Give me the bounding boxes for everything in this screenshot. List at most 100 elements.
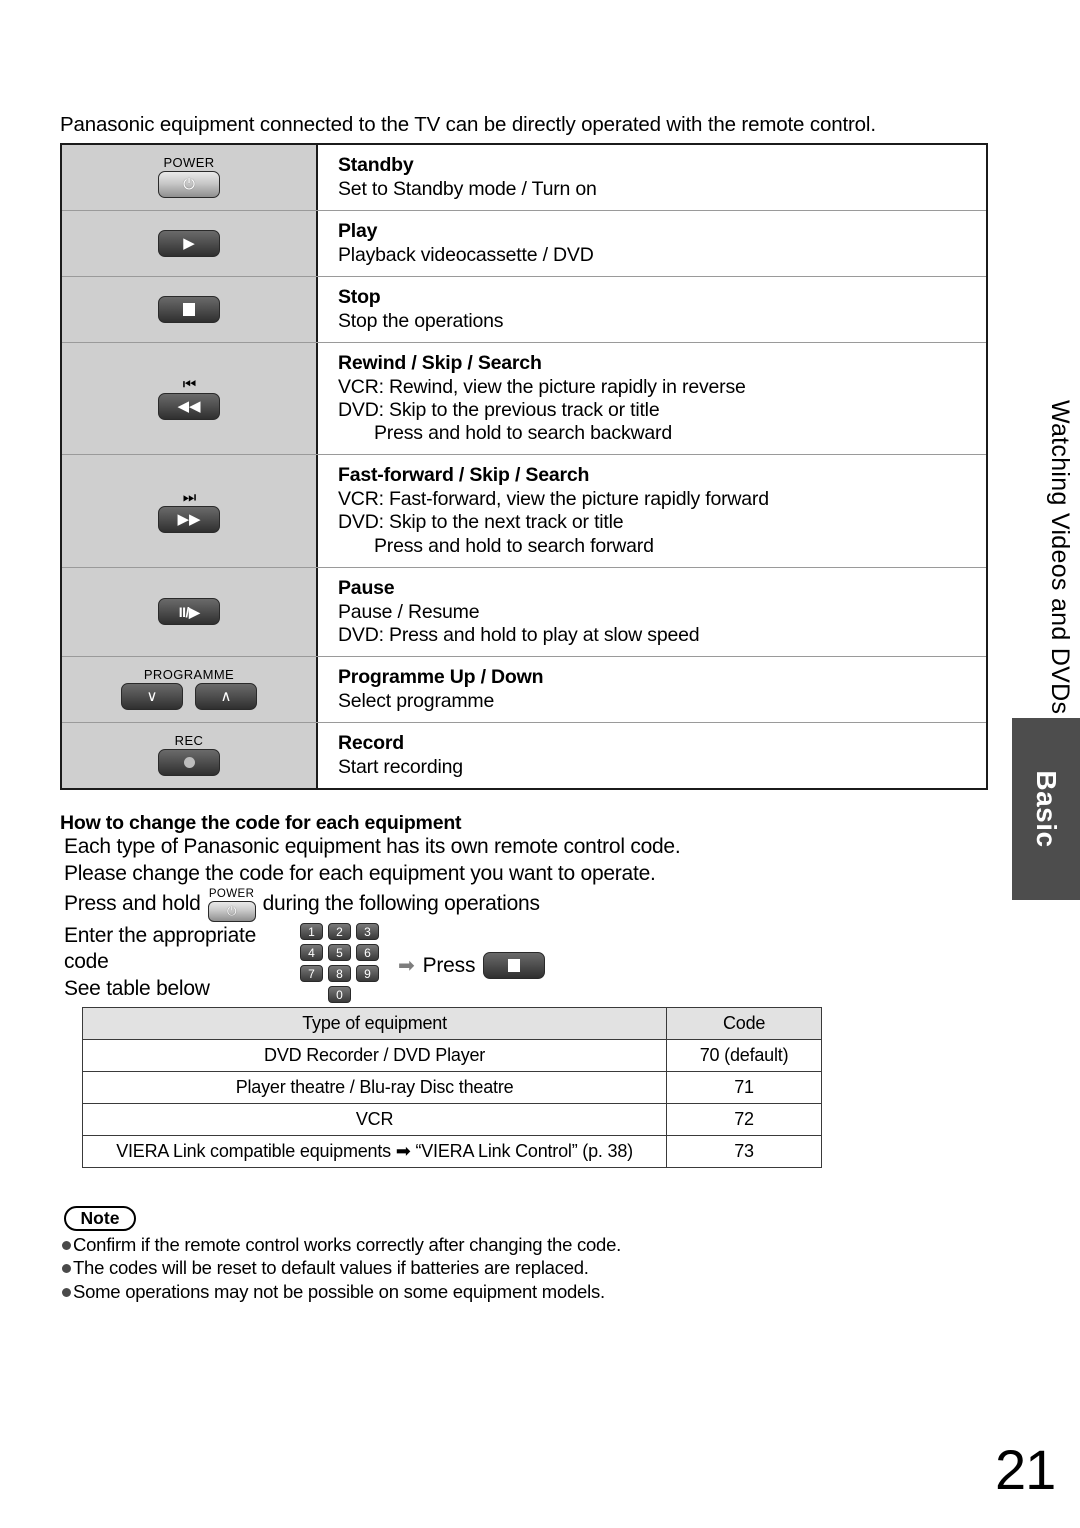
key-label: REC bbox=[174, 733, 204, 749]
code-table-row: Player theatre / Blu-ray Disc theatre 71 bbox=[81, 1071, 822, 1104]
intro-text: Panasonic equipment connected to the TV … bbox=[60, 113, 876, 136]
stop-icon bbox=[158, 295, 220, 323]
operation-row: PROGRAMME ∨ ∧ Programme Up / Down Select pro… bbox=[62, 656, 986, 723]
key-label: POWER bbox=[163, 155, 215, 171]
operation-title: Record bbox=[338, 731, 404, 754]
number-key-7: 7 bbox=[300, 965, 323, 982]
operation-description-cell: Stop Stop the operations bbox=[318, 276, 986, 342]
equipment-code-table: Type of equipment Code DVD Recorder / DVD… bbox=[81, 1007, 822, 1168]
code-table-row: VCR 72 bbox=[81, 1103, 822, 1136]
number-key-1: 1 bbox=[300, 923, 323, 940]
note-item: Confirm if the remote control works corr… bbox=[62, 1233, 621, 1256]
operation-description-line: Select programme bbox=[338, 689, 495, 712]
keypad-row: 789 bbox=[300, 965, 379, 982]
equipment-code-cell: 72 bbox=[666, 1103, 822, 1136]
keypad-row: 0 bbox=[300, 986, 379, 1003]
operation-description-cell: Play Playback videocassette / DVD bbox=[318, 210, 986, 276]
number-key-4: 4 bbox=[300, 944, 323, 961]
bullet-icon bbox=[62, 1241, 71, 1250]
chapter-tab-label: Basic bbox=[1031, 770, 1062, 848]
operation-row: POWER ⏻ Standby Set to Standby mode / Turn … bbox=[62, 145, 986, 211]
operation-description-cell: Pause Pause / Resume DVD: Press and hold t… bbox=[318, 567, 986, 656]
operation-title: Play bbox=[338, 219, 378, 242]
operation-key-cell: ⏮ ◀◀ bbox=[62, 342, 318, 455]
press-label: Press bbox=[422, 953, 476, 977]
equipment-type-cell: Player theatre / Blu-ray Disc theatre bbox=[81, 1071, 668, 1104]
keypad-row: 123 bbox=[300, 923, 379, 940]
operation-key-cell: POWER ⏻ bbox=[62, 145, 318, 210]
operation-title: Stop bbox=[338, 285, 381, 308]
equipment-code-cell: 73 bbox=[666, 1135, 822, 1168]
operation-description-line: Start recording bbox=[338, 755, 463, 778]
note-item: The codes will be reset to default value… bbox=[62, 1256, 621, 1279]
number-key-6: 6 bbox=[356, 944, 379, 961]
operation-description-line: Set to Standby mode / Turn on bbox=[338, 177, 597, 200]
operation-key-cell: REC bbox=[62, 722, 318, 788]
note-item-text: Some operations may not be possible on s… bbox=[73, 1280, 605, 1302]
operation-description-line: Press and hold to search backward bbox=[374, 422, 672, 445]
operation-description-line: VCR: Rewind, view the picture rapidly in… bbox=[338, 375, 746, 398]
code-table-header: Code bbox=[666, 1007, 822, 1040]
skip-mark-icon: ⏮ bbox=[182, 376, 196, 394]
note-badge: Note bbox=[64, 1206, 136, 1231]
equipment-type-cell: DVD Recorder / DVD Player bbox=[81, 1039, 668, 1072]
programme-down-up-icon: ∨ ∧ bbox=[121, 683, 257, 711]
equipment-type-cell: VIERA Link compatible equipments ➡ “VIER… bbox=[81, 1135, 668, 1168]
play-icon: ▶ bbox=[158, 229, 220, 257]
number-key-2: 2 bbox=[328, 923, 351, 940]
programme-up-icon: ∧ bbox=[195, 683, 257, 711]
number-key-9: 9 bbox=[356, 965, 379, 982]
operation-row: ⏭ ▶▶ Fast-forward / Skip / Search VCR: Fast… bbox=[62, 455, 986, 568]
operation-row: II/▶ Pause Pause / Resume DVD: Press and ho… bbox=[62, 567, 986, 657]
right-arrow-icon: ➡ bbox=[398, 954, 415, 977]
operation-title: Rewind / Skip / Search bbox=[338, 351, 542, 374]
operation-description-cell: Record Start recording bbox=[318, 722, 986, 788]
howto-line-1: Each type of Panasonic equipment has its… bbox=[64, 835, 681, 858]
section-label: Watching Videos and DVDs bbox=[1046, 400, 1074, 715]
operation-key-cell bbox=[62, 276, 318, 342]
enter-code-line-1: Enter the appropriate bbox=[64, 924, 257, 947]
howto-line-3-before: Press and hold bbox=[64, 892, 201, 916]
operation-title: Programme Up / Down bbox=[338, 665, 544, 688]
enter-code-line-3: See table below bbox=[64, 976, 210, 1000]
howto-heading: How to change the code for each equipmen… bbox=[60, 812, 462, 834]
operation-title: Fast-forward / Skip / Search bbox=[338, 464, 590, 487]
key-label: PROGRAMME bbox=[143, 667, 235, 683]
operation-description-cell: Standby Set to Standby mode / Turn on bbox=[318, 145, 986, 210]
operation-description-cell: Programme Up / Down Select programme bbox=[318, 656, 986, 722]
equipment-type-cell: VCR bbox=[81, 1103, 668, 1136]
bullet-icon bbox=[62, 1287, 71, 1297]
code-table-row: VIERA Link compatible equipments ➡ “VIER… bbox=[81, 1135, 822, 1168]
operation-description-cell: Rewind / Skip / Search VCR: Rewind, view … bbox=[318, 342, 986, 455]
equipment-code-cell: 70 (default) bbox=[666, 1039, 822, 1072]
number-key-0: 0 bbox=[328, 986, 351, 1003]
pause-play-icon: II/▶ bbox=[158, 598, 220, 626]
operation-description-line: Pause / Resume bbox=[338, 600, 480, 623]
skip-mark-icon: ⏭ bbox=[182, 488, 196, 506]
note-item: Some operations may not be possible on s… bbox=[62, 1280, 621, 1303]
code-table-header: Type of equipment bbox=[81, 1007, 668, 1040]
number-key-5: 5 bbox=[328, 944, 351, 961]
code-table-body: DVD Recorder / DVD Player 70 (default) Pla… bbox=[81, 1039, 822, 1168]
operation-description-line: VCR: Fast-forward, view the picture rapi… bbox=[338, 488, 769, 511]
operation-row: Stop Stop the operations bbox=[62, 276, 986, 343]
number-key-8: 8 bbox=[328, 965, 351, 982]
operation-key-cell: ⏭ ▶▶ bbox=[62, 455, 318, 567]
operation-row: REC Record Start recording bbox=[62, 722, 986, 788]
press-stop-instruction: ➡ Press bbox=[398, 952, 546, 979]
power-icon: ⏻ bbox=[207, 900, 256, 922]
operation-description-line: DVD: Skip to the previous track or title bbox=[338, 398, 660, 421]
operation-key-cell: ▶ bbox=[62, 210, 318, 276]
chapter-tab-basic: Basic bbox=[1012, 718, 1080, 900]
operation-row: ⏮ ◀◀ Rewind / Skip / Search VCR: Rewind, vi… bbox=[62, 342, 986, 456]
inline-power-label: POWER bbox=[208, 888, 255, 900]
operation-description-line: DVD: Press and hold to play at slow spee… bbox=[338, 623, 700, 646]
keypad-row: 456 bbox=[300, 944, 379, 961]
operation-key-cell: PROGRAMME ∨ ∧ bbox=[62, 656, 318, 722]
code-table-header-row: Type of equipment Code bbox=[81, 1007, 822, 1040]
operations-table: POWER ⏻ Standby Set to Standby mode / Turn … bbox=[60, 143, 988, 790]
power-icon: ⏻ bbox=[158, 171, 220, 199]
inline-power-key: POWER ⏻ bbox=[207, 888, 256, 922]
howto-line-2: Please change the code for each equipmen… bbox=[64, 862, 656, 885]
operation-description-cell: Fast-forward / Skip / Search VCR: Fast-fo… bbox=[318, 455, 986, 567]
